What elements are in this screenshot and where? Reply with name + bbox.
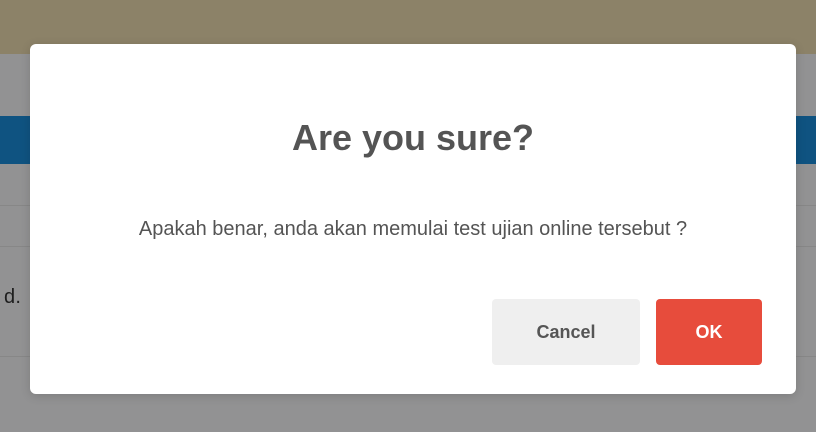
dialog-title: Are you sure? [291, 117, 535, 158]
screen: d. Are you sure? Apakah benar, anda akan… [0, 0, 816, 432]
ok-button[interactable]: OK [656, 299, 762, 365]
dialog-message: Apakah benar, anda akan memulai test uji… [138, 218, 688, 240]
confirm-dialog: Are you sure? Apakah benar, anda akan me… [30, 44, 796, 394]
cancel-button[interactable]: Cancel [492, 299, 640, 365]
